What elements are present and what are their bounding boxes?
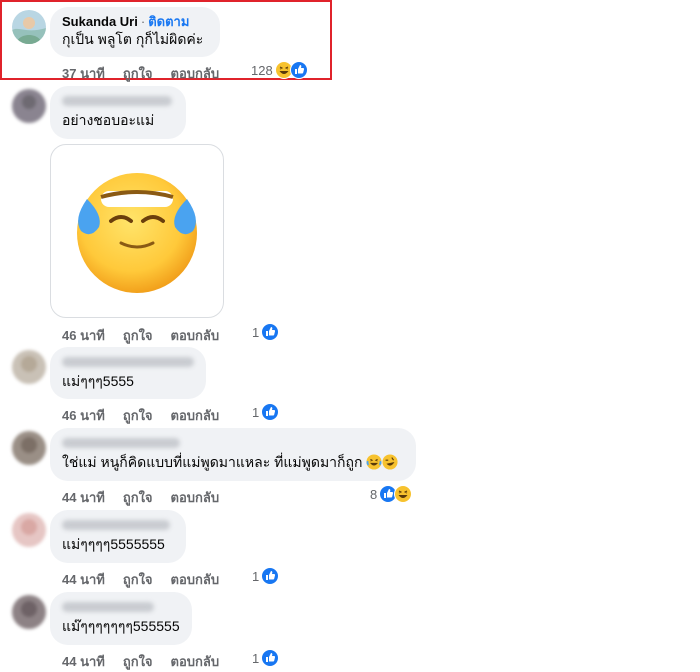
haha-icon xyxy=(394,485,413,503)
avatar[interactable] xyxy=(12,10,46,44)
comment-text: แม๊ๆๆๆๆๆๆๆ555555 xyxy=(62,618,180,634)
reaction-summary[interactable]: 1 xyxy=(252,567,280,585)
comment-text: อย่างชอบอะแม่ xyxy=(62,112,155,128)
author-name-redacted xyxy=(62,602,154,612)
like-button[interactable]: ถูกใจ xyxy=(123,651,153,672)
like-button[interactable]: ถูกใจ xyxy=(123,487,153,508)
comment-bubble: Sukanda Uri · ติดตาม กุเป็น พลูโต กุก็ไม่ผ… xyxy=(50,7,220,57)
author-name-redacted xyxy=(62,438,180,448)
author-name-redacted xyxy=(62,520,170,530)
reply-button[interactable]: ตอบกลับ xyxy=(171,405,220,426)
reaction-summary[interactable]: 8 xyxy=(370,485,413,503)
like-icon xyxy=(289,61,308,79)
like-icon xyxy=(261,649,280,667)
comment-actions: 46 นาที ถูกใจ ตอบกลับ xyxy=(62,405,239,426)
comment-text: แม่ๆๆๆๆ5555555 xyxy=(62,536,165,552)
reaction-summary[interactable]: 1 xyxy=(252,649,280,667)
like-button[interactable]: ถูกใจ xyxy=(123,325,153,346)
reaction-count: 1 xyxy=(252,324,260,340)
avatar[interactable] xyxy=(12,89,46,123)
like-icon xyxy=(261,567,280,585)
comment-bubble: แม๊ๆๆๆๆๆๆๆ555555 xyxy=(50,592,192,645)
follow-link[interactable]: ติดตาม xyxy=(148,14,189,29)
reply-button[interactable]: ตอบกลับ xyxy=(171,651,220,672)
comment-actions: 44 นาที ถูกใจ ตอบกลับ xyxy=(62,651,239,672)
separator-dot: · xyxy=(140,14,146,29)
comment-actions: 44 นาที ถูกใจ ตอบกลับ xyxy=(62,487,239,508)
sticker-image[interactable] xyxy=(50,144,224,318)
avatar[interactable] xyxy=(12,431,46,465)
like-icon xyxy=(261,323,280,341)
reply-button[interactable]: ตอบกลับ xyxy=(171,325,220,346)
comment-bubble: ใช่แม่ หนูก็คิดแบบที่แม่พูดมาแหละ ที่แม่… xyxy=(50,428,416,481)
comment-bubble: อย่างชอบอะแม่ xyxy=(50,86,186,139)
avatar[interactable] xyxy=(12,595,46,629)
comment-time[interactable]: 37 นาที xyxy=(62,63,105,84)
reaction-count: 1 xyxy=(252,404,260,420)
comment-text: ใช่แม่ หนูก็คิดแบบที่แม่พูดมาแหละ ที่แม่… xyxy=(62,453,404,474)
reaction-count: 1 xyxy=(252,650,260,666)
rofl-emoji-icon xyxy=(382,454,398,474)
avatar[interactable] xyxy=(12,350,46,384)
comment-text-content: ใช่แม่ หนูก็คิดแบบที่แม่พูดมาแหละ ที่แม่… xyxy=(62,454,363,470)
comment-time[interactable]: 46 นาที xyxy=(62,325,105,346)
like-button[interactable]: ถูกใจ xyxy=(123,63,153,84)
author-name-redacted xyxy=(62,96,172,106)
comment-actions: 46 นาที ถูกใจ ตอบกลับ xyxy=(62,325,239,346)
reaction-summary[interactable]: 128 xyxy=(251,61,308,79)
comment-bubble: แม่ๆๆๆ5555 xyxy=(50,347,206,399)
comment-time[interactable]: 44 นาที xyxy=(62,651,105,672)
reaction-count: 8 xyxy=(370,486,378,502)
like-button[interactable]: ถูกใจ xyxy=(123,569,153,590)
author-name-redacted xyxy=(62,357,194,367)
comment-text: แม่ๆๆๆ5555 xyxy=(62,373,134,389)
comment-bubble: แม่ๆๆๆๆ5555555 xyxy=(50,510,186,563)
reply-button[interactable]: ตอบกลับ xyxy=(171,63,220,84)
comment-text: กุเป็น พลูโต กุก็ไม่ผิดค่ะ xyxy=(62,31,204,47)
reaction-count: 1 xyxy=(252,568,260,584)
like-button[interactable]: ถูกใจ xyxy=(123,405,153,426)
comment-actions: 37 นาที ถูกใจ ตอบกลับ xyxy=(62,63,239,84)
reaction-count: 128 xyxy=(251,62,273,78)
reaction-summary[interactable]: 1 xyxy=(252,323,280,341)
avatar[interactable] xyxy=(12,513,46,547)
comment-time[interactable]: 44 นาที xyxy=(62,487,105,508)
like-icon xyxy=(261,403,280,421)
reply-button[interactable]: ตอบกลับ xyxy=(171,487,220,508)
reply-button[interactable]: ตอบกลับ xyxy=(171,569,220,590)
comment-actions: 44 นาที ถูกใจ ตอบกลับ xyxy=(62,569,239,590)
comment-time[interactable]: 44 นาที xyxy=(62,569,105,590)
comment-time[interactable]: 46 นาที xyxy=(62,405,105,426)
laughing-tears-emoji-icon xyxy=(77,173,197,293)
haha-emoji-icon xyxy=(366,454,382,474)
reaction-summary[interactable]: 1 xyxy=(252,403,280,421)
comment-author[interactable]: Sukanda Uri xyxy=(62,14,138,29)
